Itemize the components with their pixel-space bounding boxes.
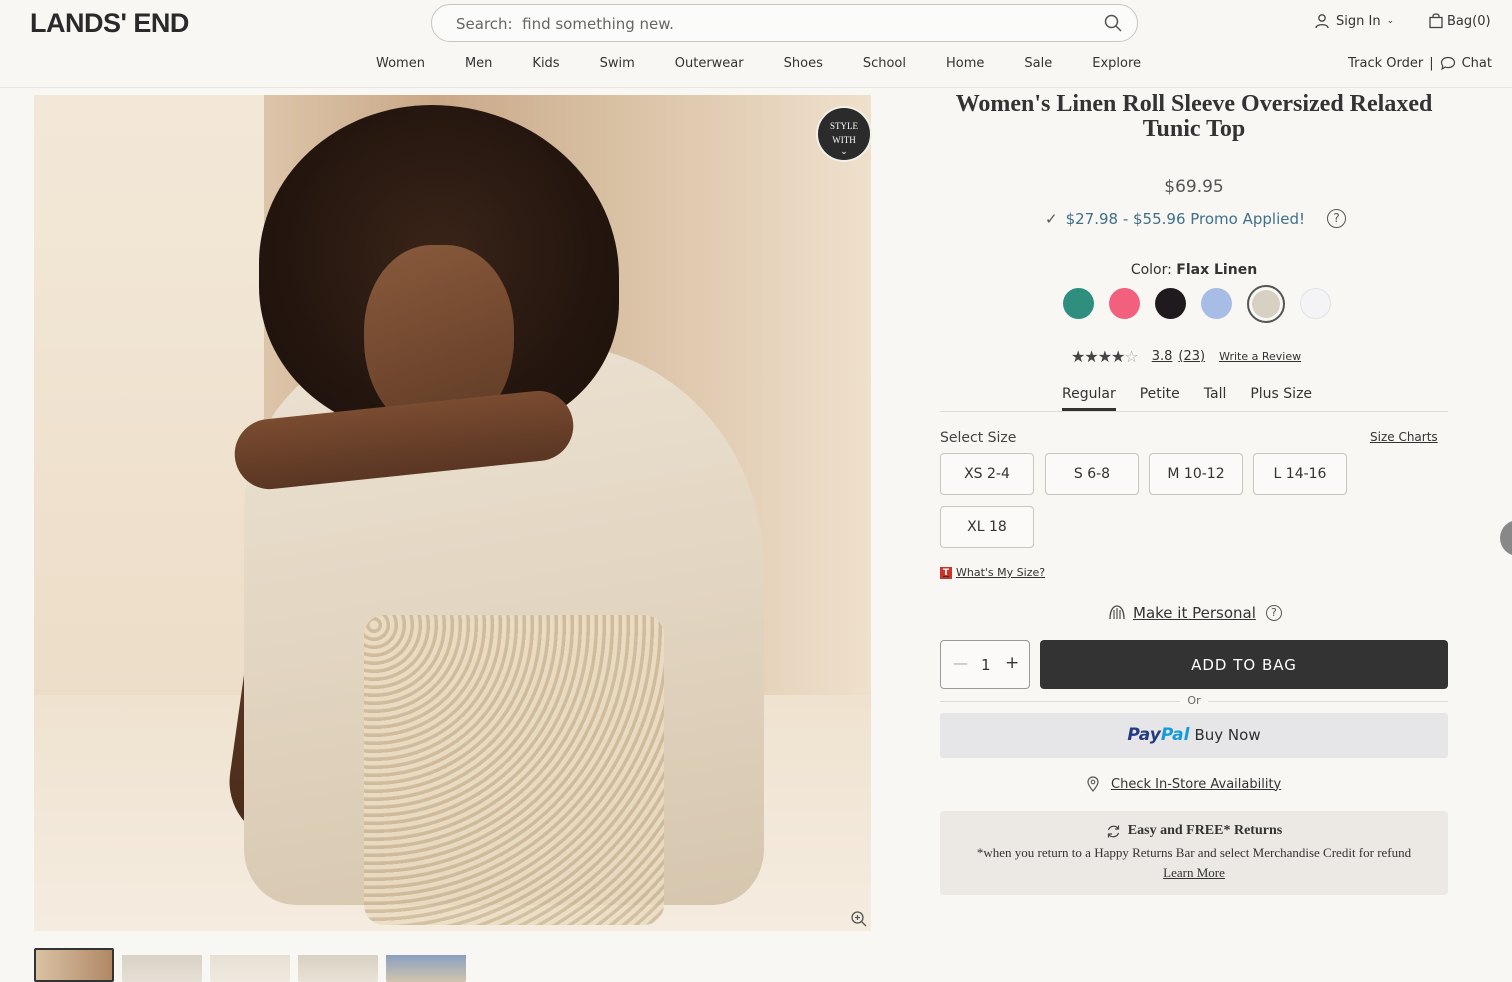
chevron-down-icon: ⌄ (1386, 16, 1395, 26)
swatch-flax-linen[interactable] (1247, 284, 1285, 323)
promo-text: $27.98 - $55.96 Promo Applied! (1065, 209, 1306, 228)
tab-tall[interactable]: Tall (1204, 386, 1227, 411)
promo-applied: ✓ $27.98 - $55.96 Promo Applied! ? (1045, 209, 1347, 228)
paypal-buy-now-button[interactable]: PayPal Buy Now (940, 713, 1448, 758)
rating-value-link[interactable]: 3.8 (1152, 349, 1173, 364)
size-charts-link[interactable]: Size Charts (1370, 430, 1438, 444)
quantity-value: 1 (981, 656, 991, 674)
side-feedback-tab[interactable] (1500, 520, 1512, 556)
main-nav: Women Men Kids Swim Outerwear Shoes Scho… (376, 56, 1181, 71)
bag-label: Bag(0) (1447, 13, 1491, 29)
nav-item-kids[interactable]: Kids (532, 56, 559, 71)
sign-in-label: Sign In (1336, 13, 1381, 29)
increment-button[interactable]: + (1005, 653, 1019, 673)
help-icon[interactable]: ? (1327, 209, 1347, 228)
swatch-pink[interactable] (1109, 288, 1140, 319)
size-button-m[interactable]: M 10-12 (1149, 453, 1243, 495)
or-divider: Or (940, 694, 1448, 707)
make-it-personal[interactable]: Make it Personal ? (1107, 604, 1282, 622)
color-name: Flax Linen (1176, 262, 1258, 278)
search-bar[interactable] (431, 4, 1138, 42)
product-price: $69.95 (1164, 177, 1224, 197)
thumbnail-2[interactable] (122, 948, 202, 982)
rating-row: ★★★★☆ 3.8 (23) Write a Review (1071, 347, 1301, 366)
product-title: Women's Linen Roll Sleeve Oversized Rela… (955, 91, 1433, 142)
swatch-white[interactable] (1300, 288, 1331, 319)
in-store-availability[interactable]: Check In-Store Availability (1087, 776, 1281, 792)
help-icon[interactable]: ? (1265, 605, 1282, 621)
nav-item-shoes[interactable]: Shoes (784, 56, 823, 71)
thumbnail-strip (34, 948, 466, 982)
utility-links: Track Order | Chat (1348, 56, 1492, 71)
size-button-s[interactable]: S 6-8 (1045, 453, 1139, 495)
quantity-stepper[interactable]: — 1 + (940, 640, 1030, 689)
size-button-l[interactable]: L 14-16 (1253, 453, 1347, 495)
swatch-teal[interactable] (1063, 288, 1094, 319)
nav-item-men[interactable]: Men (465, 56, 492, 71)
track-order-link[interactable]: Track Order (1348, 56, 1423, 71)
thumbnail-3[interactable] (210, 948, 290, 982)
swatch-black[interactable] (1155, 288, 1186, 319)
divider: | (1429, 56, 1434, 71)
search-input[interactable] (456, 13, 1076, 35)
nav-item-sale[interactable]: Sale (1024, 56, 1052, 71)
lands-end-logo[interactable]: LANDS' END (30, 8, 189, 39)
decrement-button[interactable]: — (953, 654, 968, 672)
chat-link[interactable]: Chat (1462, 56, 1492, 71)
returns-subtext: *when you return to a Happy Returns Bar … (976, 845, 1412, 860)
thumbnail-1[interactable] (34, 948, 114, 982)
zoom-in-icon[interactable] (850, 910, 868, 928)
nav-item-women[interactable]: Women (376, 56, 425, 71)
nav-item-school[interactable]: School (863, 56, 906, 71)
fit-tabs: Regular Petite Tall Plus Size (940, 386, 1448, 412)
chevron-down-icon: ⌄ (840, 146, 848, 156)
color-swatches (1063, 284, 1331, 323)
star-rating-icon: ★★★★☆ (1071, 347, 1139, 366)
nav-item-explore[interactable]: Explore (1092, 56, 1141, 71)
user-icon (1315, 14, 1329, 29)
monogram-icon (1109, 605, 1125, 620)
product-image[interactable] (34, 95, 871, 931)
select-size-label: Select Size (940, 430, 1017, 446)
checkmark-icon: ✓ (1045, 209, 1058, 228)
size-button-xs[interactable]: XS 2-4 (940, 453, 1034, 495)
tab-petite[interactable]: Petite (1140, 386, 1180, 411)
sign-in-menu[interactable]: Sign In ⌄ (1314, 13, 1394, 29)
thumbnail-5[interactable] (386, 948, 466, 982)
chat-icon[interactable] (1440, 56, 1456, 71)
bag-button[interactable]: Bag(0) (1428, 13, 1491, 29)
write-review-link[interactable]: Write a Review (1219, 350, 1301, 363)
nav-item-outerwear[interactable]: Outerwear (675, 56, 744, 71)
site-header: LANDS' END Sign In ⌄ Bag(0) Women Men Ki… (0, 0, 1512, 88)
search-icon[interactable] (1103, 13, 1123, 33)
returns-banner: Easy and FREE* Returns *when you return … (940, 811, 1448, 895)
refresh-icon (1107, 825, 1119, 837)
shopping-bag-icon (1429, 13, 1443, 29)
paypal-logo: Pay (1127, 725, 1161, 745)
style-with-button[interactable]: STYLE WITH ⌄ (816, 106, 872, 162)
nav-item-home[interactable]: Home (946, 56, 984, 71)
location-pin-icon (1087, 776, 1099, 792)
true-fit-icon: T (940, 566, 952, 579)
thumbnail-4[interactable] (298, 948, 378, 982)
learn-more-link[interactable]: Learn More (1163, 865, 1225, 881)
returns-title: Easy and FREE* Returns (1127, 823, 1283, 838)
tab-plus-size[interactable]: Plus Size (1250, 386, 1312, 411)
color-label: Color: Flax Linen (1130, 262, 1258, 278)
whats-my-size-link[interactable]: T What's My Size? (940, 566, 1045, 579)
size-button-xl[interactable]: XL 18 (940, 506, 1034, 548)
add-to-bag-button[interactable]: ADD TO BAG (1040, 640, 1448, 689)
review-count-link[interactable]: (23) (1178, 349, 1205, 364)
nav-item-swim[interactable]: Swim (600, 56, 635, 71)
tab-regular[interactable]: Regular (1062, 386, 1116, 411)
swatch-light-blue[interactable] (1201, 288, 1232, 319)
